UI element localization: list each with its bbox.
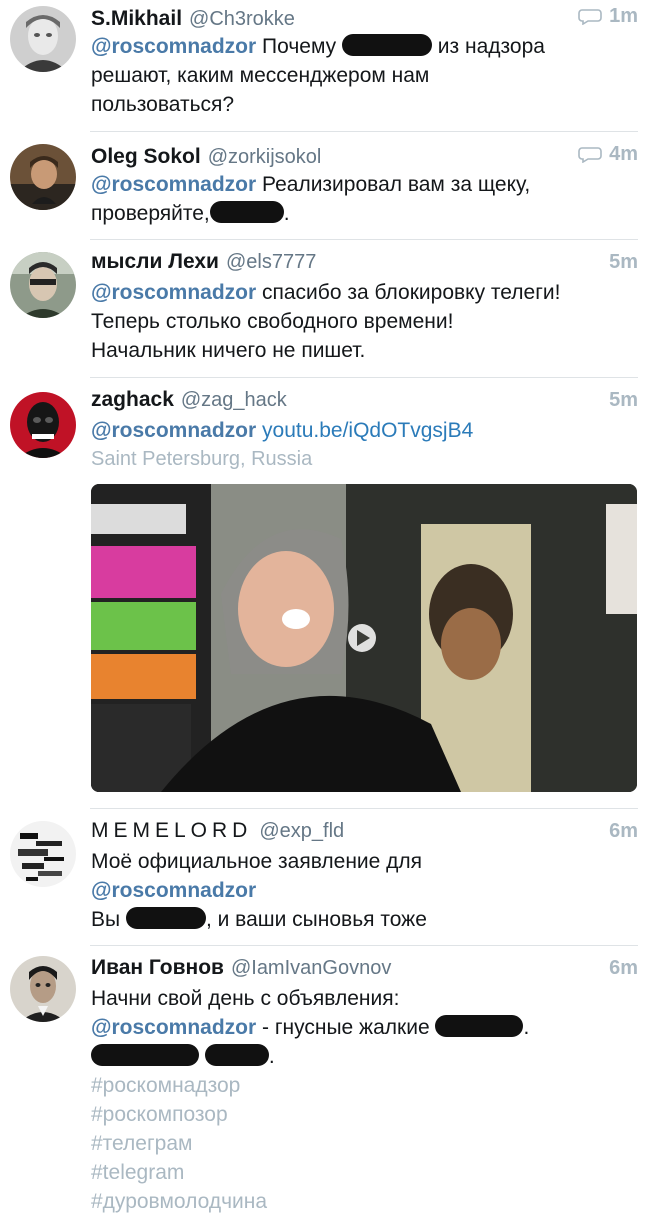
text-segment: . (283, 202, 290, 225)
video-thumbnail[interactable] (91, 484, 637, 792)
tweet-feed: S.Mikhail @Ch3rokke 1m @roscomnadzor Поч… (0, 0, 650, 1226)
reply-bubble-icon[interactable] (577, 145, 603, 163)
redaction-mark (91, 1044, 199, 1066)
hashtag-list: #роскомнадзор #роскомпозор #телеграм #te… (91, 1071, 638, 1216)
reply-bubble-icon[interactable] (577, 7, 603, 25)
hashtag-link[interactable]: #telegram (91, 1158, 638, 1187)
tweet-text: @roscomnadzor youtu.be/iQdOTvgsjB4 (91, 416, 638, 445)
text-segment: Реализировал вам за щеку, (256, 173, 531, 196)
redaction-mark (341, 34, 432, 56)
mention-link[interactable]: @roscomnadzor (91, 879, 256, 902)
tweet-text: Моё официальное заявление для @roscomnad… (91, 847, 638, 934)
text-line: решают, каким мессенджером нам (91, 64, 430, 87)
text-segment: - гнусные жалкие (256, 1016, 436, 1039)
redaction-mark (209, 201, 284, 223)
redaction-mark (125, 907, 206, 929)
text-line: Теперь столько свободного времени! (91, 310, 454, 333)
redaction-mark (435, 1015, 524, 1037)
author-handle[interactable]: @els7777 (226, 246, 316, 278)
timestamp: 6m (609, 820, 638, 842)
tweet-location[interactable]: Saint Petersburg, Russia (91, 445, 638, 474)
author-name[interactable]: S.Mikhail (91, 3, 182, 35)
timestamp: 4m (609, 143, 638, 165)
author-handle[interactable]: @IamIvanGovnov (231, 952, 391, 984)
author-name[interactable]: MEMELORD (91, 815, 252, 847)
text-segment: из надзора (431, 35, 545, 58)
timestamp: 5m (609, 251, 638, 273)
avatar[interactable] (10, 821, 76, 887)
text-segment: Вы (91, 908, 126, 931)
mention-link[interactable]: @roscomnadzor (91, 173, 256, 196)
text-segment: . (523, 1016, 530, 1039)
text-line: Моё официальное заявление для (91, 850, 423, 873)
tweet[interactable]: Oleg Sokol @zorkijsokol 4m @roscomnadzor… (0, 132, 650, 240)
tweet[interactable]: zaghack @zag_hack 5m @roscomnadzor youtu… (0, 378, 650, 809)
hashtag-link[interactable]: #телеграм (91, 1129, 638, 1158)
tweet[interactable]: MEMELORD @exp_fld 6m Моё официальное зая… (0, 809, 650, 946)
avatar[interactable] (10, 956, 76, 1022)
avatar[interactable] (10, 144, 76, 210)
hashtag-link[interactable]: #дуровмолодчина (91, 1187, 638, 1216)
text-line: Начальник ничего не пишет. (91, 339, 366, 362)
author-handle[interactable]: @exp_fld (259, 815, 344, 847)
text-line: Начни свой день с объявления: (91, 987, 400, 1010)
text-segment: проверяйте, (91, 202, 210, 225)
tweet-text: @roscomnadzor Реализировал вам за щеку, … (91, 170, 638, 228)
author-handle[interactable]: @zag_hack (181, 384, 287, 416)
tweet-text: @roscomnadzor спасибо за блокировку теле… (91, 278, 638, 365)
text-segment: Почему (256, 35, 342, 58)
author-name[interactable]: zaghack (91, 384, 174, 416)
tweet[interactable]: Иван Говнов @IamIvanGovnov 6m Начни свой… (0, 946, 650, 1226)
mention-link[interactable]: @roscomnadzor (91, 419, 256, 442)
url-link[interactable]: youtu.be/iQdOTvgsjB4 (262, 419, 473, 442)
timestamp: 5m (609, 389, 638, 411)
avatar[interactable] (10, 6, 76, 72)
author-name[interactable]: Иван Говнов (91, 952, 224, 984)
tweet-text: @roscomnadzor Почему из надзора решают, … (91, 32, 638, 119)
mention-link[interactable]: @roscomnadzor (91, 1016, 256, 1039)
hashtag-link[interactable]: #роскомнадзор (91, 1071, 638, 1100)
redaction-mark (204, 1044, 269, 1066)
text-segment: спасибо за блокировку телеги! (256, 281, 561, 304)
author-name[interactable]: мысли Лехи (91, 246, 219, 278)
hashtag-link[interactable]: #роскомпозор (91, 1100, 638, 1129)
tweet[interactable]: S.Mikhail @Ch3rokke 1m @roscomnadzor Поч… (0, 0, 650, 132)
mention-link[interactable]: @roscomnadzor (91, 281, 256, 304)
avatar[interactable] (10, 252, 76, 318)
author-handle[interactable]: @zorkijsokol (208, 141, 322, 173)
author-handle[interactable]: @Ch3rokke (189, 3, 295, 35)
text-line: пользоваться? (91, 93, 235, 116)
text-segment: , и ваши сыновья тоже (205, 908, 427, 931)
tweet-text: Начни свой день с объявления: @roscomnad… (91, 984, 638, 1071)
mention-link[interactable]: @roscomnadzor (91, 35, 256, 58)
avatar[interactable] (10, 392, 76, 458)
timestamp: 1m (609, 5, 638, 27)
timestamp: 6m (609, 957, 638, 979)
tweet[interactable]: мысли Лехи @els7777 5m @roscomnadzor спа… (0, 240, 650, 378)
text-segment: . (268, 1045, 275, 1068)
author-name[interactable]: Oleg Sokol (91, 141, 201, 173)
